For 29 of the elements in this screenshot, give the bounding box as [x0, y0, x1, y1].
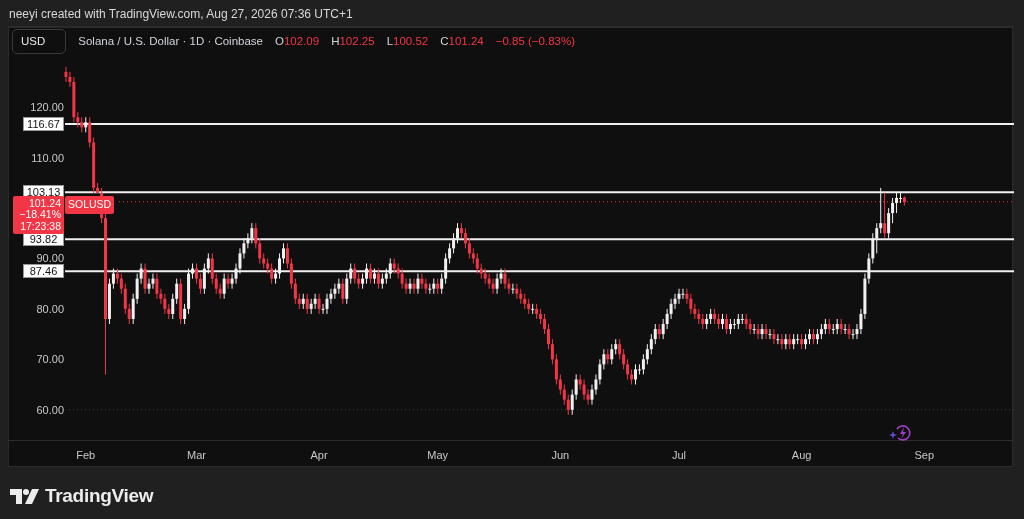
ohlc-value: H102.25 — [331, 34, 375, 49]
symbol-tag: SOLUSD — [65, 195, 115, 214]
date-axis-label: Feb — [76, 449, 96, 461]
date-axis-label: May — [427, 449, 449, 461]
price-axis-label: 80.00 — [36, 302, 64, 315]
level-price-label: 87.46 — [23, 264, 64, 279]
price-change: −0.85 (−0.83%) — [495, 34, 575, 49]
level-price-label: 116.67 — [23, 116, 64, 131]
percent-change: −18.41% — [18, 209, 61, 221]
chart-caption: neeyi created with TradingView.com, Aug 27, 2026 07:36 UTC+1 — [8, 6, 354, 23]
ohlc-value: C101.24 — [440, 34, 484, 49]
currency-button[interactable]: USD — [12, 29, 67, 55]
date-axis-label: Jun — [551, 449, 570, 461]
date-axis-label: Mar — [187, 449, 206, 461]
ohlc-value: O102.09 — [275, 34, 320, 49]
ohlc-value: L100.52 — [386, 34, 429, 49]
price-axis-label: 90.00 — [36, 252, 64, 265]
logo-text: TradingView — [45, 484, 154, 508]
symbol-title: Solana / U.S. Dollar · 1D · Coinbase — [78, 34, 263, 49]
price-axis-label: 60.00 — [36, 403, 64, 416]
price-axis-label: 120.00 — [30, 101, 64, 114]
current-price: 101.24 — [27, 197, 61, 210]
price-axis-label: 110.00 — [31, 151, 64, 164]
date-axis-label: Jul — [671, 449, 687, 461]
bar-countdown: 17:23:38 — [19, 220, 61, 233]
price-axis-label: 70.00 — [36, 353, 64, 366]
date-axis-label: Sep — [914, 449, 934, 461]
date-axis-label: Apr — [310, 449, 328, 461]
date-axis-label: Aug — [791, 449, 812, 461]
